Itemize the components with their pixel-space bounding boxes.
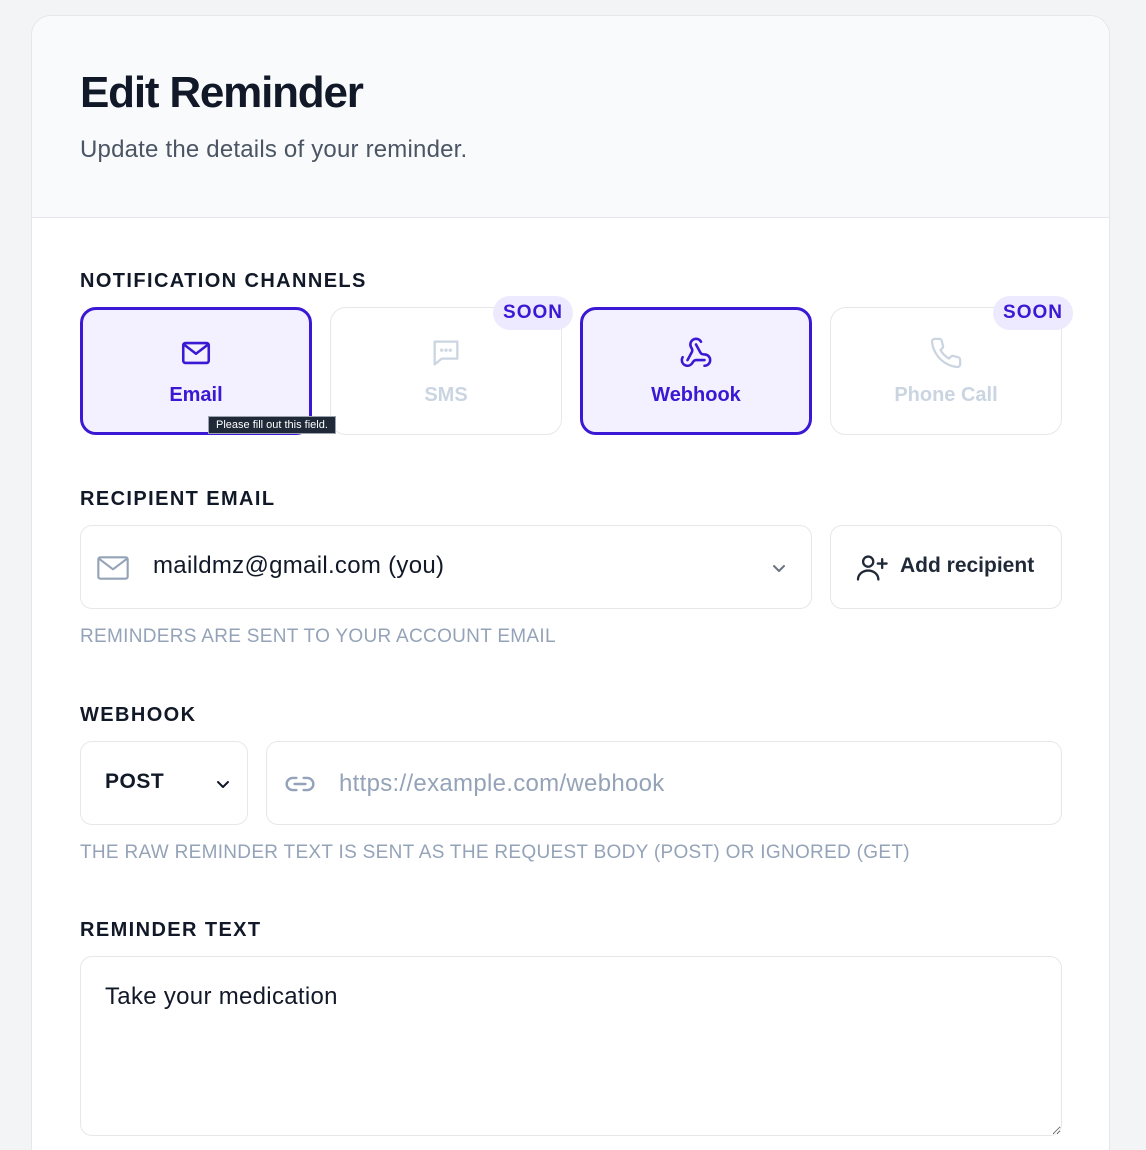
channel-email-label: Email — [169, 383, 223, 406]
page-subtitle: Update the details of your reminder. — [80, 136, 468, 163]
reminder-text-input[interactable]: Take your medication — [80, 956, 1062, 1136]
channel-webhook-label: Webhook — [651, 383, 741, 406]
soon-badge: SOON — [993, 296, 1073, 330]
mail-icon — [181, 341, 211, 364]
recipient-label: RECIPIENT EMAIL — [80, 488, 276, 510]
channel-phone-call-label: Phone Call — [894, 383, 998, 406]
recipient-hint: REMINDERS ARE SENT TO YOUR ACCOUNT EMAIL — [80, 626, 556, 647]
link-icon — [285, 776, 315, 792]
page-title: Edit Reminder — [80, 68, 364, 117]
webhook-url-input[interactable] — [339, 764, 1039, 804]
chevron-down-icon — [773, 565, 785, 572]
message-icon — [433, 340, 459, 365]
soon-badge: SOON — [493, 296, 573, 330]
validation-tooltip: Please fill out this field. — [208, 416, 336, 434]
edit-reminder-card: Edit Reminder Update the details of your… — [31, 15, 1110, 1150]
reminder-text-label: REMINDER TEXT — [80, 919, 262, 941]
add-recipient-label: Add recipient — [900, 554, 1035, 577]
channel-phone-call[interactable]: Phone Call SOON — [830, 296, 1073, 435]
webhook-icon — [680, 337, 712, 367]
method-value: POST — [105, 770, 165, 793]
recipient-select[interactable]: maildmz@gmail.com (you) — [80, 525, 812, 609]
user-plus-icon — [856, 555, 888, 581]
chevron-down-icon — [217, 781, 229, 788]
webhook-label: WEBHOOK — [80, 704, 197, 726]
channel-sms-label: SMS — [424, 383, 468, 406]
phone-icon — [930, 337, 962, 368]
webhook-hint: THE RAW REMINDER TEXT IS SENT AS THE REQ… — [80, 842, 910, 863]
mail-icon — [97, 556, 129, 580]
method-select[interactable]: POST — [80, 741, 248, 825]
channel-webhook[interactable]: Webhook — [580, 307, 812, 435]
recipient-value: maildmz@gmail.com (you) — [153, 552, 445, 579]
add-recipient-button[interactable]: Add recipient — [830, 525, 1062, 609]
webhook-url-field[interactable] — [266, 741, 1062, 825]
channel-sms[interactable]: SMS SOON — [330, 296, 573, 435]
channels-label: NOTIFICATION CHANNELS — [80, 270, 367, 292]
